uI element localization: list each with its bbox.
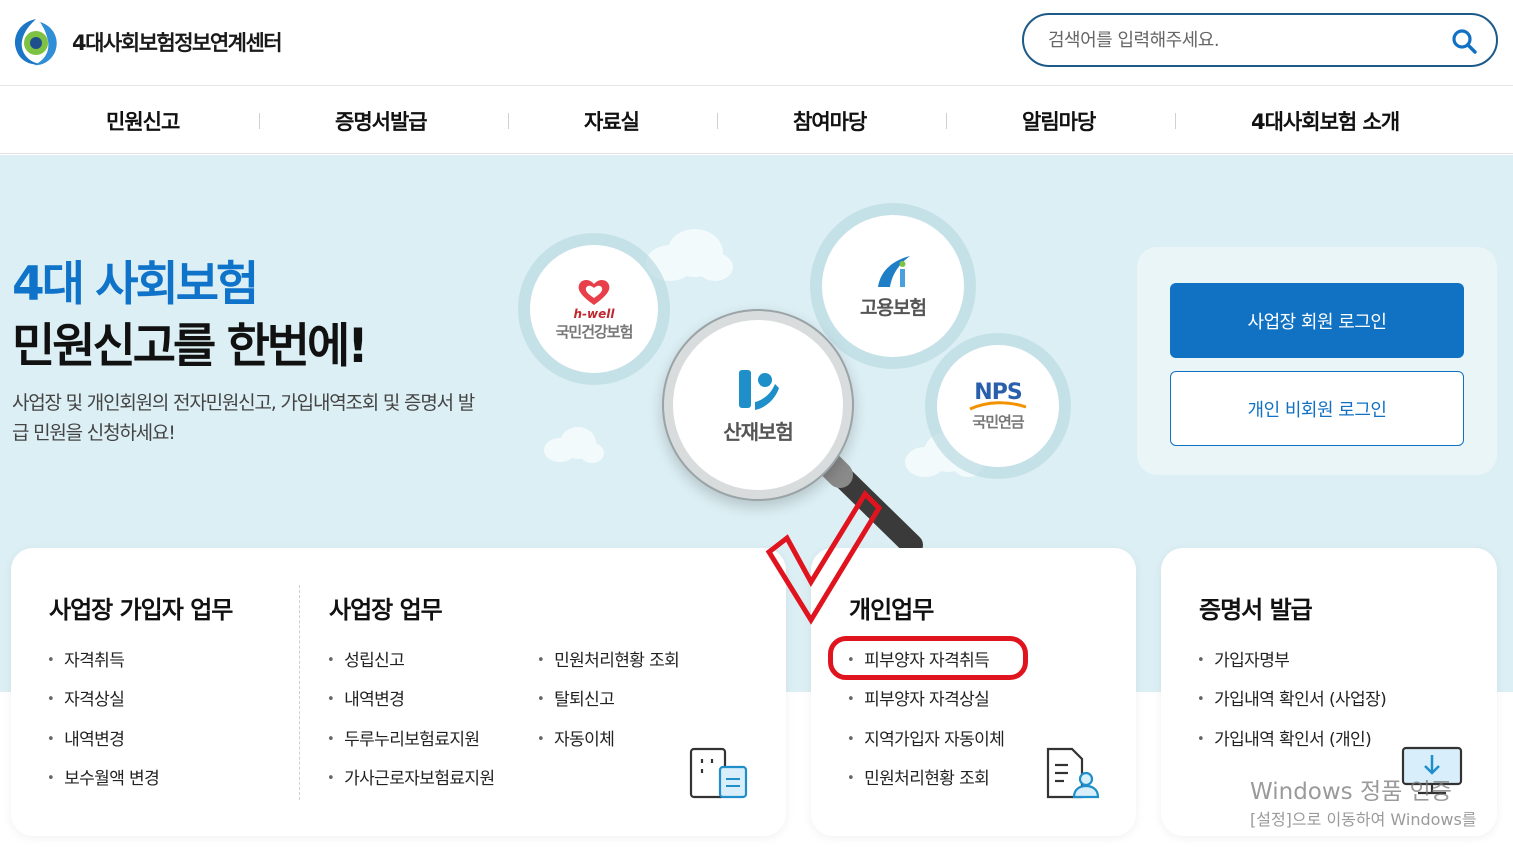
nav-item-about[interactable]: 4대사회보험 소개 <box>1251 106 1400 136</box>
list-item[interactable]: 가입내역 확인서 (개인) <box>1197 725 1372 750</box>
list-item[interactable]: 자동이체 <box>537 725 615 750</box>
hero-title-line1: 4대 사회보험 <box>12 257 259 312</box>
building-document-icon <box>689 747 748 799</box>
health-insurance-badge: h-well 국민건강보험 <box>530 245 658 373</box>
list-item[interactable]: 지역가입자 자동이체 <box>847 725 1005 750</box>
subscriber-tasks-title: 사업장 가입자 업무 <box>49 596 233 624</box>
search-box <box>1022 13 1498 67</box>
nav-divider <box>259 113 260 129</box>
business-member-login-button[interactable]: 사업장 회원 로그인 <box>1170 283 1464 358</box>
list-item[interactable]: 내역변경 <box>47 725 125 750</box>
windows-activation-subtext: [설정]으로 이동하여 Windows를 <box>1250 810 1477 829</box>
main-nav: 민원신고 증명서발급 자료실 참여마당 알림마당 4대사회보험 소개 <box>0 86 1513 154</box>
nav-divider <box>1175 113 1176 129</box>
heart-icon <box>578 279 610 305</box>
document-user-icon <box>1046 747 1100 799</box>
list-item[interactable]: 보수월액 변경 <box>47 764 160 789</box>
nav-item-library[interactable]: 자료실 <box>584 106 640 136</box>
health-brand: h-well <box>573 306 615 321</box>
nav-item-certificate[interactable]: 증명서발급 <box>335 106 428 136</box>
nav-divider <box>508 113 509 129</box>
site-name: 4대사회보험정보연계센터 <box>72 31 283 55</box>
highlight-annotation <box>828 636 1028 680</box>
personal-nonmember-login-button[interactable]: 개인 비회원 로그인 <box>1170 371 1464 446</box>
search-input[interactable] <box>1048 26 1438 54</box>
logo-mark-icon <box>14 19 57 66</box>
industrial-accident-badge: 산재보험 <box>673 320 843 490</box>
site-header: 4대사회보험정보연계센터 <box>0 0 1513 86</box>
windows-activation-watermark: Windows 정품 인증 <box>1250 779 1452 805</box>
certificate-title: 증명서 발급 <box>1199 596 1313 624</box>
ei-logo-icon <box>878 255 910 287</box>
card-divider <box>299 585 300 800</box>
hero-description: 사업장 및 개인회원의 전자민원신고, 가입내역조회 및 증명서 발급 민원을 … <box>12 392 475 444</box>
list-item[interactable]: 탈퇴신고 <box>537 685 615 710</box>
list-item[interactable]: 두루누리보험료지원 <box>327 725 480 750</box>
health-insurance-label: 국민건강보험 <box>555 322 634 341</box>
list-item[interactable]: 민원처리현황 조회 <box>847 764 990 789</box>
nav-item-participation[interactable]: 참여마당 <box>793 106 867 136</box>
employment-insurance-badge: 고용보험 <box>822 215 964 357</box>
list-item[interactable]: 성립신고 <box>327 646 405 671</box>
cloud-icon <box>544 427 604 463</box>
list-item[interactable]: 가사근로자보험료지원 <box>327 764 495 789</box>
employment-insurance-label: 고용보험 <box>860 296 927 319</box>
list-item[interactable]: 피부양자 자격상실 <box>847 685 990 710</box>
list-item[interactable]: 가입내역 확인서 (사업장) <box>1197 685 1387 710</box>
business-tasks-title: 사업장 업무 <box>329 596 443 624</box>
site-logo[interactable]: 4대사회보험정보연계센터 <box>10 16 283 68</box>
cloud-icon <box>646 229 733 281</box>
list-item[interactable]: 민원처리현황 조회 <box>537 646 680 671</box>
nav-divider <box>946 113 947 129</box>
kcomwel-logo-icon <box>739 369 779 410</box>
national-pension-label: 국민연금 <box>972 413 1024 431</box>
list-item[interactable]: 내역변경 <box>327 685 405 710</box>
search-icon[interactable] <box>1450 27 1478 55</box>
hero-title-line2: 민원신고를 한번에! <box>12 319 369 374</box>
nav-divider <box>717 113 718 129</box>
nav-item-notice[interactable]: 알림마당 <box>1022 106 1096 136</box>
swoosh-icon <box>969 401 1027 411</box>
list-item[interactable]: 가입자명부 <box>1197 646 1290 671</box>
list-item[interactable]: 자격취득 <box>47 646 125 671</box>
nav-item-civil-report[interactable]: 민원신고 <box>106 106 180 136</box>
list-item[interactable]: 자격상실 <box>47 685 125 710</box>
industrial-accident-label: 산재보험 <box>723 419 794 444</box>
national-pension-badge: NPS 국민연금 <box>937 345 1059 467</box>
checkmark-annotation-icon <box>765 490 883 625</box>
